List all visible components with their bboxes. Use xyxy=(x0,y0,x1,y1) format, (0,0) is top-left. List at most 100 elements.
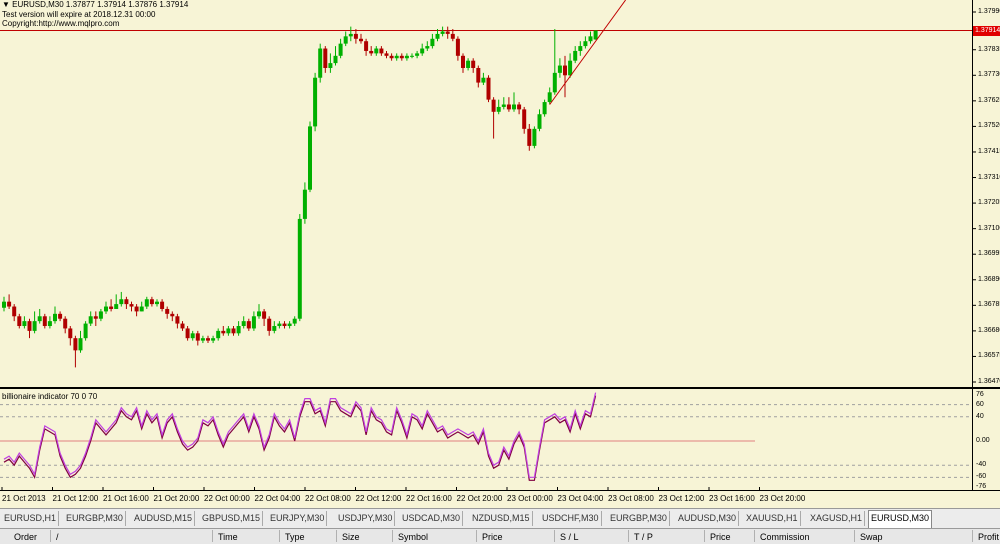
column-divider[interactable] xyxy=(972,530,973,542)
indicator-line-b xyxy=(3,395,597,481)
bear-candle xyxy=(42,316,47,327)
terminal-column-header[interactable]: Symbol xyxy=(398,532,428,542)
chart-tab-audusd-m30[interactable]: AUDUSD,M30 xyxy=(676,511,740,526)
terminal-column-header[interactable]: Price xyxy=(482,532,503,542)
bull-candle xyxy=(435,33,440,39)
bull-candle xyxy=(328,63,333,68)
bull-candle xyxy=(2,301,6,308)
bull-candle xyxy=(338,43,343,56)
bear-candle xyxy=(165,308,170,314)
time-axis-label: 21 Oct 20:00 xyxy=(153,494,200,503)
time-axis-label: 22 Oct 16:00 xyxy=(406,494,452,503)
bull-candle xyxy=(139,306,144,312)
terminal-column-header[interactable]: T / P xyxy=(634,532,653,542)
indicator-axis-label: 40 xyxy=(976,412,984,420)
bull-candle xyxy=(37,316,42,322)
chart-tab-eurgbp-m30[interactable]: EURGBP,M30 xyxy=(64,511,126,526)
bull-candle xyxy=(98,311,103,319)
chart-tab-eurjpy-m30[interactable]: EURJPY,M30 xyxy=(268,511,328,526)
bull-candle xyxy=(404,55,409,59)
chart-tab-xagusd-h1[interactable]: XAGUSD,H1 xyxy=(808,511,866,526)
price-axis-label: 1.37730 xyxy=(978,71,1000,79)
chart-tab-eurgbp-m30[interactable]: EURGBP,M30 xyxy=(608,511,670,526)
time-axis-label: 21 Oct 2013 xyxy=(2,494,46,503)
time-axis-label: 23 Oct 00:00 xyxy=(507,494,553,503)
bull-candle xyxy=(308,126,312,190)
terminal-column-header[interactable]: Order xyxy=(14,532,37,542)
bear-candle xyxy=(170,313,175,317)
price-axis-label: 1.37990 xyxy=(978,8,1000,15)
bear-candle xyxy=(175,316,180,324)
bear-candle xyxy=(185,328,190,339)
bear-candle xyxy=(262,311,267,319)
chart-tab-xauusd-h1[interactable]: XAUUSD,H1 xyxy=(744,511,801,526)
bear-candle xyxy=(129,304,134,307)
bull-candle xyxy=(226,328,231,334)
bear-candle xyxy=(282,323,287,327)
terminal-column-header[interactable]: Price xyxy=(710,532,731,542)
bull-candle xyxy=(552,72,557,93)
bear-candle xyxy=(12,306,17,317)
chart-tab-audusd-m15[interactable]: AUDUSD,M15 xyxy=(132,511,196,526)
bull-candle xyxy=(410,55,414,57)
bear-candle xyxy=(461,55,465,68)
column-divider[interactable] xyxy=(754,530,755,542)
chart-tab-usdjpy-m30[interactable]: USDJPY,M30 xyxy=(336,511,396,526)
bear-candle xyxy=(450,33,455,39)
bear-candle xyxy=(399,55,404,59)
column-divider[interactable] xyxy=(554,530,555,542)
time-axis-label: 23 Oct 16:00 xyxy=(709,494,755,503)
chart-tab-usdcad-m30[interactable]: USDCAD,M30 xyxy=(400,511,464,526)
column-divider[interactable] xyxy=(279,530,280,542)
bear-candle xyxy=(63,318,68,329)
bull-candle xyxy=(593,30,598,40)
bull-candle xyxy=(583,41,588,47)
chart-tab-eurusd-h1[interactable]: EURUSD,H1 xyxy=(2,511,60,526)
bull-candle xyxy=(200,338,205,341)
column-divider[interactable] xyxy=(336,530,337,542)
bull-candle xyxy=(53,313,57,322)
bull-candle xyxy=(343,36,348,44)
terminal-column-header[interactable]: S / L xyxy=(560,532,579,542)
bull-candle xyxy=(501,104,506,107)
column-divider[interactable] xyxy=(628,530,629,542)
time-axis-label: 22 Oct 00:00 xyxy=(204,494,250,503)
bear-candle xyxy=(527,128,532,146)
bull-candle xyxy=(287,323,292,327)
bull-candle xyxy=(144,299,149,307)
chart-tab-eurusd-m30[interactable]: EURUSD,M30 xyxy=(868,510,933,528)
terminal-column-header[interactable]: / xyxy=(56,532,59,542)
bear-candle xyxy=(486,77,491,100)
column-divider[interactable] xyxy=(704,530,705,542)
terminal-column-header[interactable]: Time xyxy=(218,532,238,542)
bear-candle xyxy=(323,48,328,68)
bear-candle xyxy=(58,313,63,319)
copyright-line: Copyright:http://www.mqlpro.com xyxy=(2,19,120,28)
bear-candle xyxy=(124,299,129,305)
bull-candle xyxy=(155,301,159,305)
column-divider[interactable] xyxy=(392,530,393,542)
time-axis-label: 23 Oct 12:00 xyxy=(658,494,705,503)
indicator-axis-label: 76 xyxy=(976,391,984,398)
bull-candle xyxy=(512,104,516,110)
bull-candle xyxy=(32,321,37,331)
bear-candle xyxy=(471,60,476,68)
terminal-column-header[interactable]: Swap xyxy=(860,532,883,542)
column-divider[interactable] xyxy=(212,530,213,542)
chart-tab-nzdusd-m15[interactable]: NZDUSD,M15 xyxy=(470,511,533,526)
bear-candle xyxy=(379,48,384,54)
terminal-column-header[interactable]: Profit xyxy=(978,532,999,542)
terminal-column-header[interactable]: Type xyxy=(285,532,305,542)
bull-candle xyxy=(119,299,124,305)
chart-tab-gbpusd-m15[interactable]: GBPUSD,M15 xyxy=(200,511,264,526)
column-divider[interactable] xyxy=(50,530,51,542)
bull-candle xyxy=(241,321,246,327)
column-divider[interactable] xyxy=(476,530,477,542)
terminal-column-header[interactable]: Size xyxy=(342,532,360,542)
chart-tab-usdchf-m30[interactable]: USDCHF,M30 xyxy=(540,511,602,526)
bear-candle xyxy=(389,55,394,59)
bull-candle xyxy=(547,92,552,103)
bull-candle xyxy=(190,333,195,339)
column-divider[interactable] xyxy=(854,530,855,542)
terminal-column-header[interactable]: Commission xyxy=(760,532,810,542)
